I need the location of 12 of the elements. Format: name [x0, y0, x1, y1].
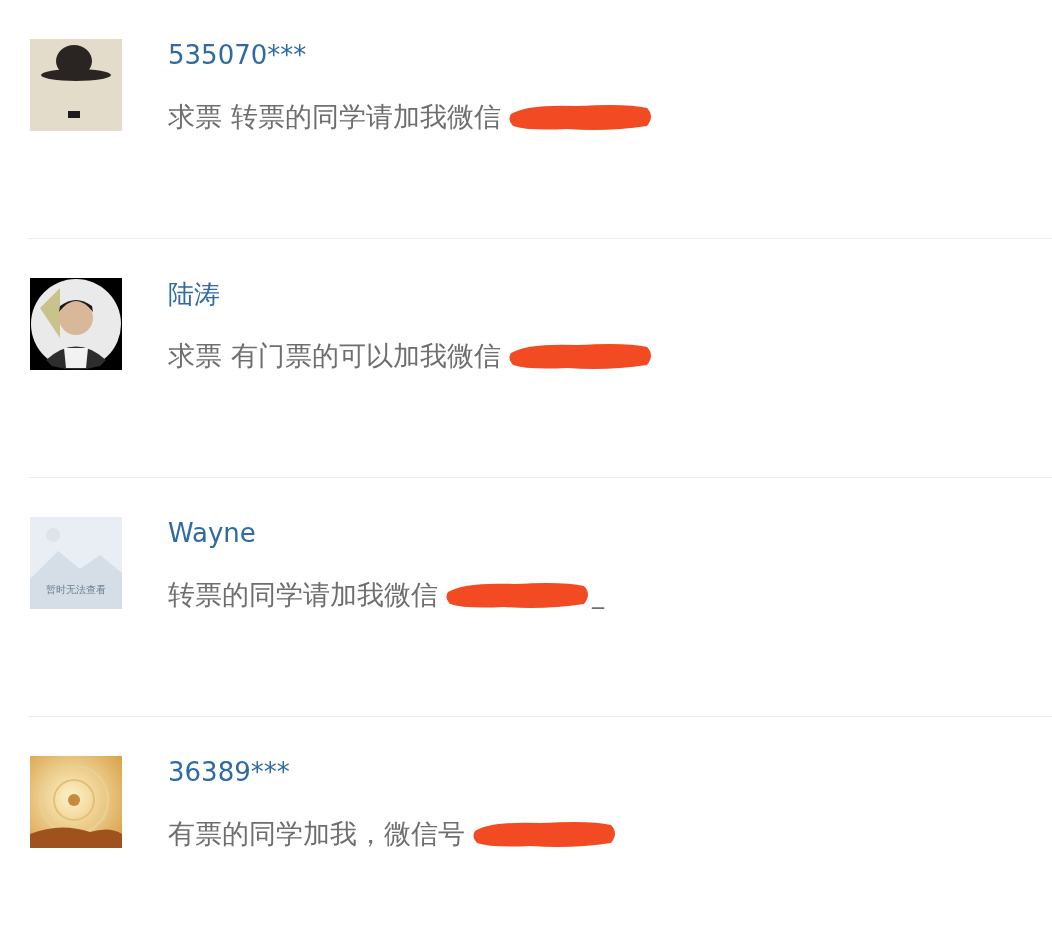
user-name[interactable]: 36389*** — [168, 756, 1052, 788]
comment-text: 转票的同学请加我微信 — [168, 579, 438, 611]
placeholder-caption: 暂时无法查看 — [45, 583, 107, 597]
avatar-person-icon — [30, 278, 122, 370]
user-name[interactable]: 535070*** — [168, 39, 1052, 71]
comment-text: 有票的同学加我，微信号 — [168, 818, 465, 850]
comment-text: 求票 有门票的可以加我微信 — [168, 340, 501, 372]
comment-text-end: _ — [592, 580, 604, 611]
comment-text: 求票 转票的同学请加我微信 — [168, 101, 501, 133]
avatar-hat-icon — [30, 39, 122, 131]
user-name[interactable]: Wayne — [168, 517, 1052, 549]
user-name[interactable]: 陆涛 — [168, 278, 1052, 310]
